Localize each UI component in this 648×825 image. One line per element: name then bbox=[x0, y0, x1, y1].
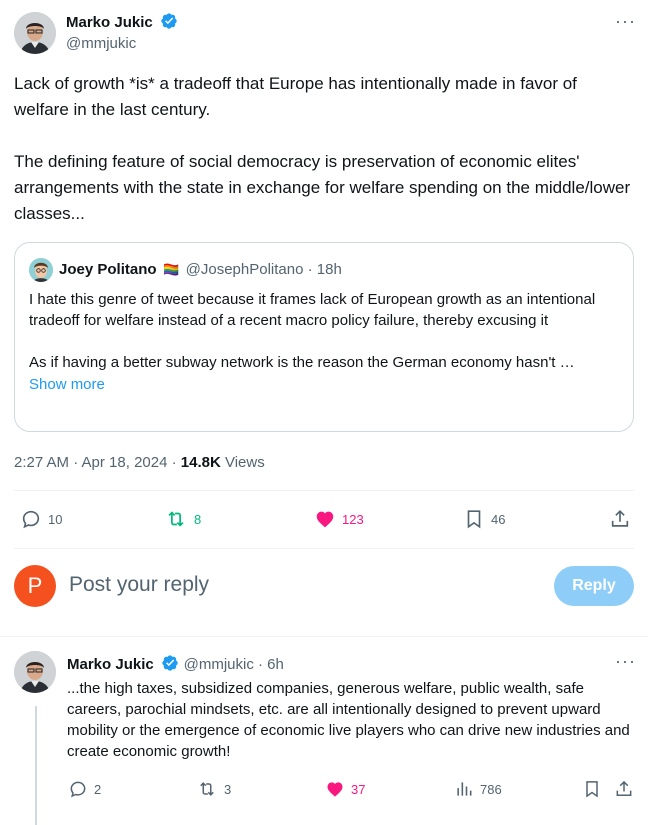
more-options-icon[interactable]: ··· bbox=[615, 652, 636, 670]
reply-author-handle[interactable]: @mmjukic · 6h bbox=[184, 656, 284, 673]
reply-bookmark-button[interactable] bbox=[582, 779, 602, 799]
share-button[interactable] bbox=[609, 508, 631, 530]
like-count: 37 bbox=[351, 781, 366, 797]
author-block: Marko Jukic @mmjukic bbox=[66, 12, 178, 52]
verified-badge-icon bbox=[161, 13, 177, 29]
pride-flag-emoji: 🏳️‍🌈 bbox=[162, 262, 180, 277]
tweet-paragraph-2: The defining feature of social democracy… bbox=[14, 152, 631, 223]
reply-like-button[interactable]: 37 bbox=[325, 779, 365, 799]
views-count: 14.8K bbox=[180, 454, 221, 471]
bookmark-count: 46 bbox=[491, 511, 506, 527]
tweet-paragraph-1: Lack of growth *is* a tradeoff that Euro… bbox=[14, 74, 577, 119]
reply-reply-button[interactable]: 2 bbox=[68, 779, 101, 799]
author-avatar[interactable] bbox=[14, 12, 56, 54]
reply-text: ...the high taxes, subsidized companies,… bbox=[67, 680, 630, 760]
quote-author-name: Joey Politano bbox=[59, 261, 157, 278]
reply-icon bbox=[22, 510, 40, 529]
verified-badge-icon bbox=[162, 655, 178, 671]
heart-filled-icon bbox=[316, 511, 334, 528]
compose-avatar-letter: P bbox=[27, 573, 43, 598]
author-name[interactable]: Marko Jukic bbox=[66, 14, 153, 31]
reply-count: 2 bbox=[94, 781, 102, 797]
thread-line bbox=[35, 706, 37, 825]
divider bbox=[14, 548, 634, 549]
bookmark-button[interactable]: 46 bbox=[463, 508, 505, 530]
reply-icon bbox=[70, 781, 86, 798]
avatar-image bbox=[14, 12, 56, 54]
reply-button[interactable]: 10 bbox=[20, 508, 62, 530]
divider bbox=[0, 636, 648, 637]
author-handle[interactable]: @mmjukic bbox=[66, 35, 178, 52]
reply-views-button[interactable]: 786 bbox=[454, 779, 502, 799]
tweet-text: Lack of growth *is* a tradeoff that Euro… bbox=[14, 71, 634, 227]
retweet-icon bbox=[168, 511, 184, 527]
bookmark-icon bbox=[586, 781, 598, 798]
show-more-link[interactable]: Show more bbox=[29, 374, 623, 395]
reply-author-name[interactable]: Marko Jukic bbox=[67, 656, 154, 673]
retweet-count: 3 bbox=[224, 781, 232, 797]
reply-retweet-button[interactable]: 3 bbox=[196, 779, 231, 799]
quote-author-handle: @JosephPolitano · 18h bbox=[185, 261, 342, 278]
reply-header: Marko Jukic @mmjukic · 6h bbox=[67, 654, 284, 674]
heart-filled-icon bbox=[327, 782, 343, 797]
compose-avatar[interactable]: P bbox=[14, 565, 56, 607]
bookmark-icon bbox=[467, 510, 481, 529]
reply-share-button[interactable] bbox=[614, 779, 634, 799]
tweet-metadata: 2:27 AM · Apr 18, 2024 · 14.8K Views bbox=[14, 454, 265, 471]
views-label: Views bbox=[220, 454, 265, 471]
quote-header: Joey Politano 🏳️‍🌈 @JosephPolitano · 18h bbox=[59, 261, 342, 279]
analytics-icon bbox=[457, 782, 472, 796]
quote-avatar-image bbox=[29, 258, 53, 282]
like-count: 123 bbox=[342, 511, 364, 527]
retweet-button[interactable]: 8 bbox=[164, 508, 201, 530]
quote-paragraph-1: I hate this genre of tweet because it fr… bbox=[29, 291, 596, 329]
reply-avatar-image bbox=[14, 651, 56, 693]
timestamp[interactable]: 2:27 AM · Apr 18, 2024 · bbox=[14, 454, 181, 471]
quoted-tweet[interactable]: Joey Politano 🏳️‍🌈 @JosephPolitano · 18h… bbox=[14, 242, 634, 432]
share-icon bbox=[616, 780, 632, 796]
retweet-icon bbox=[200, 782, 214, 796]
quote-text: I hate this genre of tweet because it fr… bbox=[29, 289, 623, 395]
like-button[interactable]: 123 bbox=[314, 508, 364, 530]
quote-paragraph-2: As if having a better subway network is … bbox=[29, 354, 575, 371]
more-options-icon[interactable]: ··· bbox=[615, 12, 636, 30]
reply-submit-button[interactable]: Reply bbox=[554, 566, 634, 606]
divider bbox=[14, 490, 634, 491]
quote-author-avatar bbox=[29, 258, 53, 282]
reply-author-avatar[interactable] bbox=[14, 651, 56, 693]
share-icon bbox=[611, 510, 629, 527]
reply-input[interactable]: Post your reply bbox=[69, 573, 209, 597]
retweet-count: 8 bbox=[194, 511, 202, 527]
reply-count: 10 bbox=[48, 511, 63, 527]
views-count: 786 bbox=[480, 781, 502, 797]
